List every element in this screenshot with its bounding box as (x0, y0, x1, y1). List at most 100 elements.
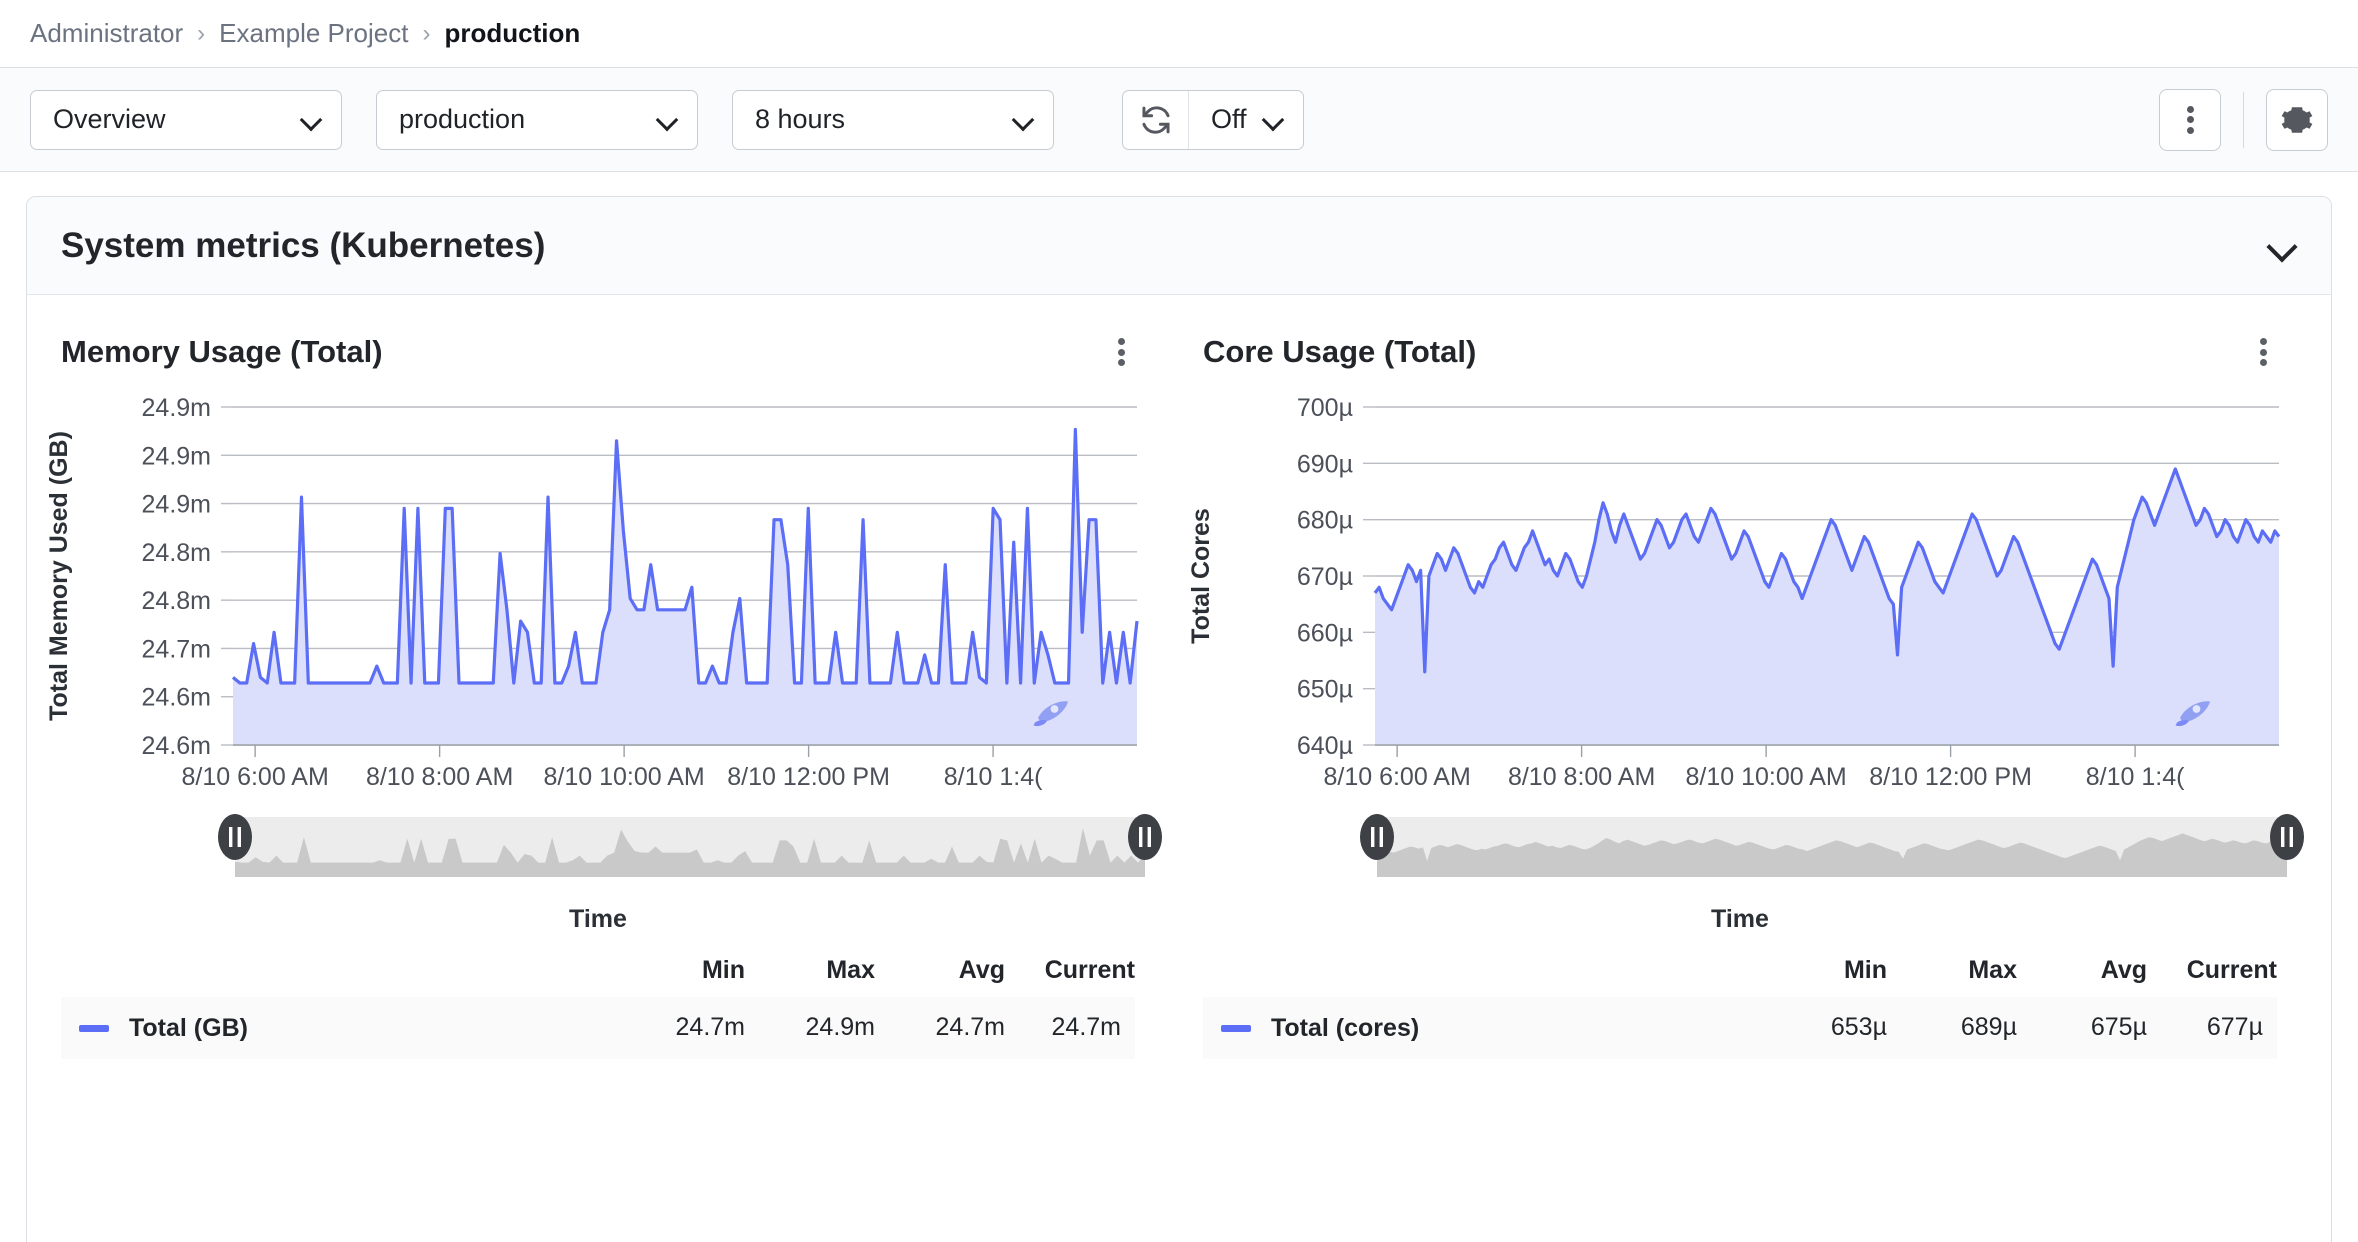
breadcrumb-item-production: production (444, 18, 581, 48)
legend-max-header: Max (826, 956, 875, 984)
panel-title: Memory Usage (Total) (61, 334, 383, 369)
legend-avg-value: 675µ (2017, 997, 2147, 1059)
panel-title: Core Usage (Total) (1203, 334, 1477, 369)
x-tick-label: 8/10 12:00 PM (1869, 763, 2032, 791)
timerange-select-value: 8 hours (755, 104, 846, 134)
x-tick-label: 8/10 6:00 AM (1323, 763, 1470, 791)
legend-avg-header: Avg (2100, 956, 2147, 984)
dashboard-select[interactable]: Overview (30, 89, 342, 150)
legend-series-cell: Total (GB) (61, 997, 615, 1059)
panel-menu-button[interactable] (1108, 329, 1135, 376)
legend-current-header: Current (1044, 956, 1135, 984)
section-title: System metrics (Kubernetes) (61, 225, 546, 265)
legend-row[interactable]: Total (cores) 653µ 689µ 675µ 677µ (1203, 997, 2277, 1059)
chart-svg: Total Cores 700µ 690µ 680µ 670µ 660µ 650µ 640µ 8… (1187, 394, 2304, 877)
refresh-control-group: Off (1122, 89, 1304, 150)
y-axis-title: Total Cores (1187, 508, 1215, 644)
more-options-button[interactable] (2159, 88, 2221, 151)
breadcrumb: Administrator › Example Project › produc… (0, 0, 2358, 68)
brush-handle-right[interactable] (1128, 814, 1162, 860)
chevron-down-icon (301, 109, 323, 131)
legend-min-value: 653µ (1757, 997, 1887, 1059)
legend-series-name: Total (cores) (1271, 1013, 1420, 1042)
y-tick-label: 660µ (1297, 619, 1353, 647)
brush-handle-left[interactable] (1360, 814, 1394, 860)
legend-min-header: Min (701, 956, 745, 984)
timerange-select[interactable]: 8 hours (732, 89, 1054, 150)
refresh-icon (1141, 105, 1170, 134)
toolbar: Overview production 8 hours Off (0, 68, 2358, 172)
y-tick-label: 24.9m (142, 394, 211, 422)
legend-max-value: 689µ (1887, 997, 2017, 1059)
breadcrumb-item-example-project[interactable]: Example Project (219, 18, 408, 49)
refresh-interval-value: Off (1211, 104, 1247, 134)
y-tick-label: 24.8m (142, 587, 211, 615)
chart-memory-usage: Total Memory Used (GB) 24.9m 24.9m 24.9m 24.… (27, 393, 1169, 893)
x-tick-label: 8/10 8:00 AM (366, 763, 513, 791)
panels-container: Memory Usage (Total) Total Memory Used (… (27, 295, 2331, 1059)
y-tick-label: 680µ (1297, 507, 1353, 535)
chevron-down-icon[interactable] (2269, 232, 2297, 260)
legend-table: Min Max Avg Current Total (cores) 653µ 6… (1203, 956, 2277, 1059)
panel-menu-button[interactable] (2250, 329, 2277, 376)
y-tick-label: 640µ (1297, 732, 1353, 760)
breadcrumb-separator: › (197, 19, 206, 47)
y-tick-label: 24.8m (142, 539, 211, 567)
y-tick-label: 24.9m (142, 442, 211, 470)
panel-memory-usage: Memory Usage (Total) Total Memory Used (… (27, 295, 1169, 1059)
x-tick-label: 8/10 10:00 AM (1686, 763, 1847, 791)
environment-select-value: production (399, 104, 526, 134)
series-area (1375, 468, 2279, 745)
x-tick-label: 8/10 12:00 PM (727, 763, 890, 791)
x-tick-label: 8/10 1:4( (944, 763, 1043, 791)
y-tick-label: 690µ (1297, 450, 1353, 478)
toolbar-divider (2243, 91, 2244, 148)
x-tick-label: 8/10 8:00 AM (1508, 763, 1655, 791)
legend-max-header: Max (1968, 956, 2017, 984)
section-header[interactable]: System metrics (Kubernetes) (27, 197, 2331, 295)
legend-current-value: 24.7m (1005, 997, 1135, 1059)
legend-avg-value: 24.7m (875, 997, 1005, 1059)
x-axis-title: Time (569, 905, 627, 933)
panel-header: Memory Usage (Total) (27, 325, 1169, 379)
chevron-down-icon (1013, 109, 1035, 131)
settings-button[interactable] (2266, 88, 2328, 151)
legend-name-header (1203, 956, 1757, 997)
legend-current-value: 677µ (2147, 997, 2277, 1059)
y-tick-label: 650µ (1297, 676, 1353, 704)
legend-series-cell: Total (cores) (1203, 997, 1757, 1059)
toolbar-right-group (2159, 88, 2328, 151)
breadcrumb-item-administrator[interactable]: Administrator (30, 18, 183, 49)
legend-row[interactable]: Total (GB) 24.7m 24.9m 24.7m 24.7m (61, 997, 1135, 1059)
x-axis-title: Time (1711, 905, 1769, 933)
legend-min-value: 24.7m (615, 997, 745, 1059)
chevron-down-icon (1263, 109, 1285, 131)
breadcrumb-separator: › (422, 19, 431, 47)
toolbar-left-group: Overview production 8 hours Off (30, 89, 1304, 150)
dashboard-select-value: Overview (53, 104, 166, 134)
series-color-swatch (1221, 1024, 1251, 1032)
legend-memory-usage: Min Max Avg Current Total (GB) 24.7m 24.… (61, 956, 1135, 1059)
refresh-button[interactable] (1123, 90, 1189, 149)
brush-handle-right[interactable] (2270, 814, 2304, 860)
chart-core-usage: Total Cores 700µ 690µ 680µ 670µ 660µ 650µ 640µ 8… (1169, 393, 2311, 893)
y-tick-label: 24.6m (142, 684, 211, 712)
gear-icon (2281, 106, 2313, 133)
x-tick-label: 8/10 6:00 AM (181, 763, 328, 791)
panel-core-usage: Core Usage (Total) Total Cores 700µ 690µ 68… (1169, 295, 2311, 1059)
environment-select[interactable]: production (376, 89, 698, 150)
y-axis-title: Total Memory Used (GB) (45, 431, 73, 721)
legend-max-value: 24.9m (745, 997, 875, 1059)
legend-min-header: Min (1843, 956, 1887, 984)
kebab-menu-icon (2186, 102, 2194, 137)
x-tick-label: 8/10 10:00 AM (544, 763, 705, 791)
legend-series-name: Total (GB) (129, 1013, 248, 1042)
y-tick-label: 24.6m (142, 732, 211, 760)
refresh-interval-select[interactable]: Off (1189, 91, 1303, 149)
y-tick-label: 700µ (1297, 394, 1353, 422)
brush-handle-left[interactable] (218, 814, 252, 860)
x-tick-label: 8/10 1:4( (2086, 763, 2185, 791)
series-color-swatch (79, 1024, 109, 1032)
y-tick-label: 24.9m (142, 491, 211, 519)
chart-svg: Total Memory Used (GB) 24.9m 24.9m 24.9m 24.… (45, 394, 1162, 877)
